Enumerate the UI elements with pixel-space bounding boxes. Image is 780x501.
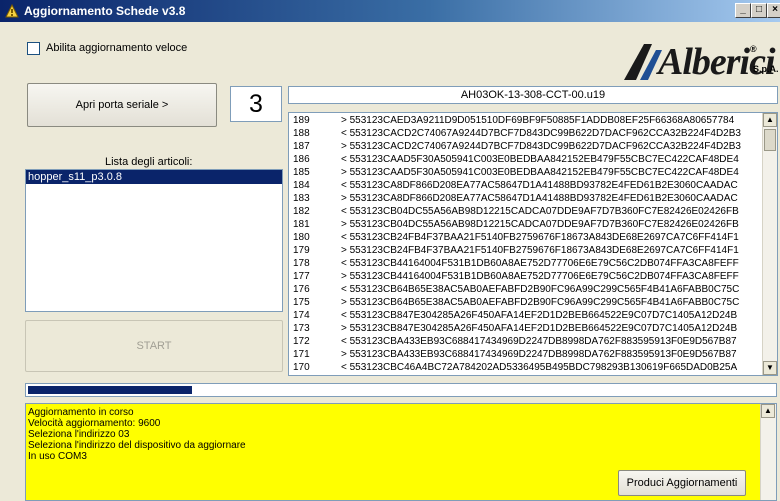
log-row-data: < 553123CB04DC55A56AB98D12215CADCA07DDE9… [341, 206, 739, 217]
progress-fill [28, 386, 192, 394]
log-row-number: 185 [293, 167, 310, 178]
open-serial-port-button[interactable]: Apri porta seriale > [27, 83, 217, 127]
produce-updates-button[interactable]: Produci Aggiornamenti [618, 470, 746, 496]
logo-registered: ® [750, 44, 757, 54]
fast-update-label: Abilita aggiornamento veloce [46, 42, 188, 54]
log-row-data: > 553123CBA433EB93C688417434969D2247DB89… [341, 349, 737, 360]
log-row-number: 171 [293, 349, 310, 360]
log-row-data: < 553123CA8DF866D208EA77AC58647D1A41488B… [341, 180, 738, 191]
close-button[interactable]: × [767, 3, 780, 18]
log-row-number: 184 [293, 180, 310, 191]
log-row-number: 177 [293, 271, 310, 282]
start-button[interactable]: START [25, 320, 283, 372]
log-row[interactable]: 171 > 553123CBA433EB93C688417434969D2247D… [289, 349, 763, 361]
log-row-number: 189 [293, 115, 310, 126]
title-bar[interactable]: Aggiornamento Schede v3.8 _ □ × [0, 0, 780, 22]
log-row-number: 175 [293, 297, 310, 308]
scroll-up-icon[interactable]: ▲ [763, 113, 777, 127]
scroll-down-icon[interactable]: ▼ [763, 361, 777, 375]
fast-update-option[interactable]: Abilita aggiornamento veloce [27, 41, 187, 55]
log-row[interactable]: 187 > 553123CACD2C74067A9244D7BCF7D843DC9… [289, 141, 763, 153]
firmware-file-field[interactable]: AH03OK-13-308-CCT-00.u19 [288, 86, 778, 104]
status-scrollbar[interactable]: ▲ [760, 404, 776, 500]
logo-suffix: S.p.A. [753, 64, 779, 74]
log-row-data: < 553123CB44164004F531B1DB60A8AE752D7770… [341, 258, 739, 269]
log-row-data: > 553123CB44164004F531B1DB60A8AE752D7770… [341, 271, 739, 282]
maximize-button[interactable]: □ [751, 3, 767, 18]
log-row[interactable]: 176 < 553123CB64B65E38AC5AB0AEFABFD2B90FC… [289, 284, 763, 296]
log-row[interactable]: 180 < 553123CB24FB4F37BAA21F5140FB2759676… [289, 232, 763, 244]
log-row-number: 181 [293, 219, 310, 230]
log-row[interactable]: 186 < 553123CAAD5F30A505941C003E0BEDBAA84… [289, 154, 763, 166]
status-scroll-up-icon[interactable]: ▲ [761, 404, 775, 418]
log-row-data: > 553123CAAD5F30A505941C003E0BEDBAA84215… [341, 167, 739, 178]
log-row-data: < 553123CBC46A4BC72A784202AD5336495B495B… [341, 362, 738, 373]
log-row-data: < 553123CB847E304285A26F450AFA14EF2D1D2B… [341, 310, 738, 321]
log-row-data: > 553123CB24FB4F37BAA21F5140FB2759676F18… [341, 245, 739, 256]
status-line: In uso COM3 [28, 451, 87, 462]
log-row[interactable]: 181 > 553123CB04DC55A56AB98D12215CADCA07D… [289, 219, 763, 231]
log-row[interactable]: 172 < 553123CBA433EB93C688417434969D2247D… [289, 336, 763, 348]
log-row-data: > 553123CB847E304285A26F450AFA14EF2D1D2B… [341, 323, 738, 334]
app-icon [5, 4, 19, 18]
log-row-data: > 553123CB64B65E38AC5AB0AEFABFD2B90FC96A… [341, 297, 740, 308]
log-row-number: 182 [293, 206, 310, 217]
log-row-number: 179 [293, 245, 310, 256]
log-row[interactable]: 177 > 553123CB44164004F531B1DB60A8AE752D7… [289, 271, 763, 283]
log-row-data: > 553123CACD2C74067A9244D7BCF7D843DC99B6… [341, 141, 741, 152]
log-row-number: 176 [293, 284, 310, 295]
articles-list[interactable]: hopper_s11_p3.0.8 [25, 169, 283, 312]
app-window: Aggiornamento Schede v3.8 _ □ × Abilita … [0, 0, 780, 501]
logo-wordmark: Alberici [658, 41, 776, 83]
log-row[interactable]: 185 > 553123CAAD5F30A505941C003E0BEDBAA84… [289, 167, 763, 179]
log-row-number: 188 [293, 128, 310, 139]
log-row[interactable]: 178 < 553123CB44164004F531B1DB60A8AE752D7… [289, 258, 763, 270]
log-scrollbar[interactable]: ▲ ▼ [762, 113, 777, 375]
log-row[interactable]: 174 < 553123CB847E304285A26F450AFA14EF2D1… [289, 310, 763, 322]
log-row[interactable]: 188 < 553123CACD2C74067A9244D7BCF7D843DC9… [289, 128, 763, 140]
log-row-data: > 553123CA8DF866D208EA77AC58647D1A41488B… [341, 193, 738, 204]
log-row-data: < 553123CB24FB4F37BAA21F5140FB2759676F18… [341, 232, 739, 243]
progress-bar [25, 383, 777, 397]
log-row-number: 183 [293, 193, 310, 204]
counter-display: 3 [230, 86, 282, 122]
log-row-data: < 553123CBA433EB93C688417434969D2247DB89… [341, 336, 737, 347]
scroll-thumb[interactable] [764, 129, 776, 151]
log-row-number: 187 [293, 141, 310, 152]
log-row-number: 178 [293, 258, 310, 269]
log-row-number: 170 [293, 362, 310, 373]
log-row-number: 173 [293, 323, 310, 334]
transfer-log-list[interactable]: 189 > 553123CAED3A9211D9D051510DF69BF9F50… [288, 112, 778, 376]
log-row[interactable]: 182 < 553123CB04DC55A56AB98D12215CADCA07D… [289, 206, 763, 218]
fast-update-checkbox[interactable] [27, 41, 40, 55]
log-row[interactable]: 173 > 553123CB847E304285A26F450AFA14EF2D1… [289, 323, 763, 335]
log-row[interactable]: 184 < 553123CA8DF866D208EA77AC58647D1A414… [289, 180, 763, 192]
log-row[interactable]: 189 > 553123CAED3A9211D9D051510DF69BF9F50… [289, 115, 763, 127]
log-row-number: 186 [293, 154, 310, 165]
article-item[interactable]: hopper_s11_p3.0.8 [26, 170, 282, 184]
log-row-data: > 553123CAED3A9211D9D051510DF69BF9F50885… [341, 115, 735, 126]
minimize-button[interactable]: _ [735, 3, 751, 18]
log-row[interactable]: 179 > 553123CB24FB4F37BAA21F5140FB2759676… [289, 245, 763, 257]
log-row[interactable]: 170 < 553123CBC46A4BC72A784202AD5336495B4… [289, 362, 763, 374]
log-row-number: 172 [293, 336, 310, 347]
window-title: Aggiornamento Schede v3.8 [24, 4, 186, 18]
log-row-data: < 553123CAAD5F30A505941C003E0BEDBAA84215… [341, 154, 739, 165]
log-row-data: > 553123CB04DC55A56AB98D12215CADCA07DDE9… [341, 219, 739, 230]
log-row[interactable]: 175 > 553123CB64B65E38AC5AB0AEFABFD2B90FC… [289, 297, 763, 309]
log-row-data: < 553123CACD2C74067A9244D7BCF7D843DC99B6… [341, 128, 741, 139]
log-row-number: 174 [293, 310, 310, 321]
log-row[interactable]: 183 > 553123CA8DF866D208EA77AC58647D1A414… [289, 193, 763, 205]
alberici-logo: Alberici ® S.p.A. [618, 40, 779, 84]
log-row-number: 180 [293, 232, 310, 243]
articles-list-label: Lista degli articoli: [105, 156, 193, 168]
log-row-data: < 553123CB64B65E38AC5AB0AEFABFD2B90FC96A… [341, 284, 740, 295]
